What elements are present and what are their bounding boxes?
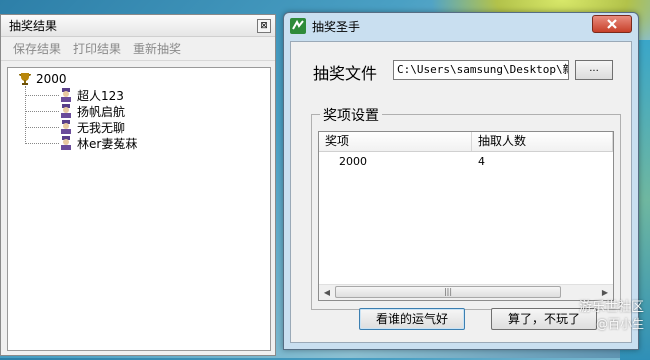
winner-name: 超人123 xyxy=(77,88,124,103)
scroll-right-icon[interactable]: ▶ xyxy=(597,285,613,301)
results-tree: 2000 超人123 扬帆启航 无我无聊 林er妻菟菻 xyxy=(7,67,271,351)
close-icon[interactable]: ⊠ xyxy=(257,19,271,33)
results-panel-title: 抽奖结果 xyxy=(9,19,58,33)
prize-list[interactable]: 奖项 抽取人数 2000 4 ◀ ||| ▶ xyxy=(318,131,614,301)
close-icon[interactable] xyxy=(592,15,632,33)
results-toolbar: 保存结果 打印结果 重新抽奖 xyxy=(1,37,275,61)
browse-button[interactable]: ... xyxy=(575,60,613,80)
table-row[interactable]: 2000 4 xyxy=(319,152,613,172)
file-label: 抽奖文件 xyxy=(313,64,378,83)
app-icon xyxy=(290,18,306,34)
watermark-line2: @百小生 xyxy=(595,317,644,331)
person-icon xyxy=(61,136,71,150)
redraw-button[interactable]: 重新抽奖 xyxy=(127,40,187,57)
column-header-prize[interactable]: 奖项 xyxy=(319,132,472,151)
tree-item[interactable]: 无我无聊 xyxy=(25,119,125,135)
dialog-titlebar: 抽奖圣手 xyxy=(284,13,638,39)
print-results-button[interactable]: 打印结果 xyxy=(67,40,127,57)
list-header: 奖项 抽取人数 xyxy=(319,132,613,152)
prize-cell: 2000 xyxy=(339,155,367,168)
results-panel-titlebar: 抽奖结果 ⊠ xyxy=(1,15,275,37)
tree-item[interactable]: 扬帆启航 xyxy=(25,103,125,119)
watermark: 游乐世社区 @百小生 xyxy=(579,300,644,332)
start-draw-button[interactable]: 看谁的运气好 xyxy=(359,308,465,330)
dialog-title: 抽奖圣手 xyxy=(312,19,361,34)
group-title: 奖项设置 xyxy=(320,105,382,125)
horizontal-scrollbar[interactable]: ◀ ||| ▶ xyxy=(319,284,613,300)
dialog-body: 抽奖文件 C:\Users\samsung\Desktop\新建 ... 奖项设… xyxy=(290,41,632,343)
tree-root-label: 2000 xyxy=(36,72,67,86)
count-cell: 4 xyxy=(478,155,485,168)
watermark-line1: 游乐世社区 xyxy=(578,300,644,315)
tree-root[interactable]: 2000 xyxy=(18,72,67,86)
winner-name: 无我无聊 xyxy=(77,120,126,135)
save-results-button[interactable]: 保存结果 xyxy=(7,40,67,57)
tree-item[interactable]: 林er妻菟菻 xyxy=(25,135,137,151)
prize-settings-group: 奖项设置 奖项 抽取人数 2000 4 ◀ ||| ▶ xyxy=(311,105,621,310)
results-panel: 抽奖结果 ⊠ 保存结果 打印结果 重新抽奖 2000 超人123 扬帆启航 无我… xyxy=(0,14,276,356)
tree-item[interactable]: 超人123 xyxy=(25,87,124,103)
winner-name: 林er妻菟菻 xyxy=(77,136,138,151)
file-path-field[interactable]: C:\Users\samsung\Desktop\新建 xyxy=(393,60,569,80)
person-icon xyxy=(61,120,71,134)
scroll-left-icon[interactable]: ◀ xyxy=(319,285,335,301)
person-icon xyxy=(61,104,71,118)
person-icon xyxy=(61,88,71,102)
column-header-count[interactable]: 抽取人数 xyxy=(472,132,613,151)
winner-name: 扬帆启航 xyxy=(77,104,126,119)
scrollbar-thumb[interactable]: ||| xyxy=(335,286,561,298)
trophy-icon xyxy=(19,73,31,85)
